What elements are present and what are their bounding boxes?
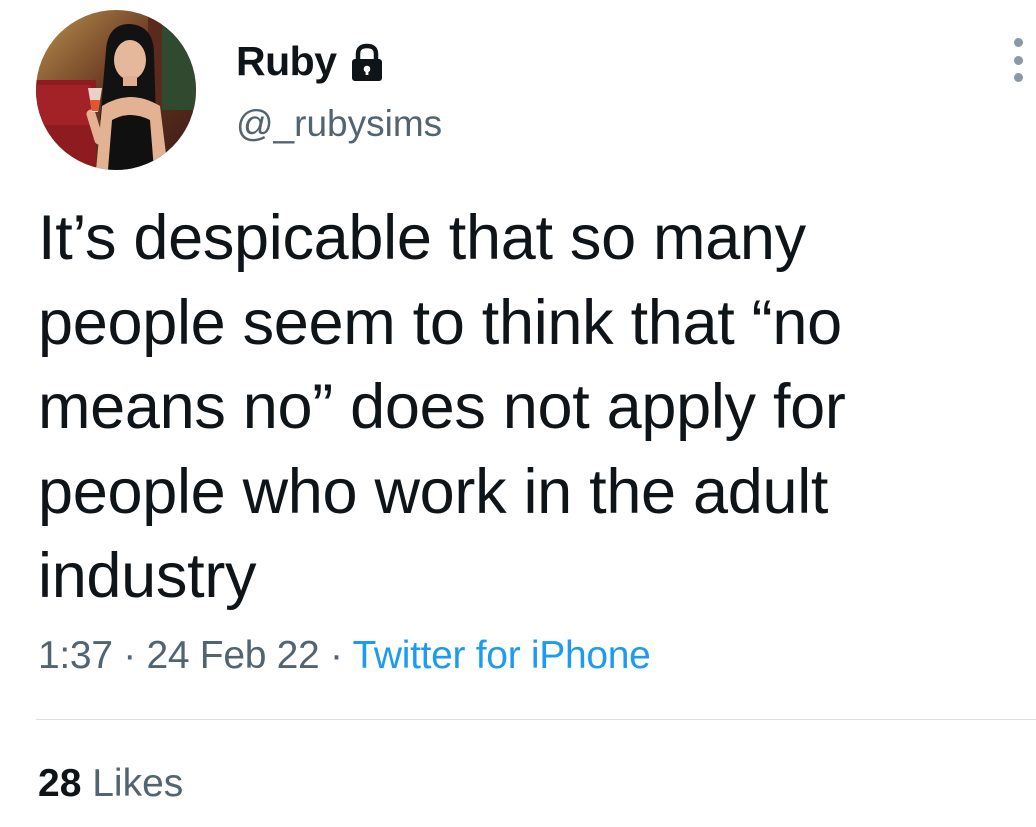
avatar[interactable] bbox=[36, 10, 196, 170]
likes-count: 28 bbox=[38, 762, 82, 805]
tweet-date[interactable]: 24 Feb 22 bbox=[146, 634, 319, 677]
display-name[interactable]: Ruby bbox=[236, 38, 337, 85]
meta-separator: · bbox=[319, 634, 353, 677]
divider bbox=[36, 719, 1036, 720]
more-dot bbox=[1013, 55, 1023, 65]
likes-stat[interactable]: 28 Likes bbox=[38, 762, 183, 806]
more-dot bbox=[1013, 38, 1023, 47]
author-name-row: Ruby bbox=[236, 36, 385, 86]
lock-icon bbox=[349, 43, 385, 83]
more-vertical-icon[interactable] bbox=[1008, 38, 1028, 82]
tweet-text: It’s despicable that so many people seem… bbox=[38, 203, 846, 611]
tweet: Ruby @_rubysims It’s despicable that so … bbox=[0, 0, 1036, 827]
more-dot bbox=[1013, 73, 1023, 82]
tweet-meta: 1:37 · 24 Feb 22 · Twitter for iPhone bbox=[38, 634, 651, 678]
likes-label: Likes bbox=[92, 762, 184, 805]
handle[interactable]: @_rubysims bbox=[236, 103, 442, 145]
profile-photo-icon bbox=[36, 10, 196, 170]
meta-separator: · bbox=[112, 634, 147, 677]
tweet-source[interactable]: Twitter for iPhone bbox=[352, 634, 650, 677]
tweet-time[interactable]: 1:37 bbox=[38, 634, 113, 677]
